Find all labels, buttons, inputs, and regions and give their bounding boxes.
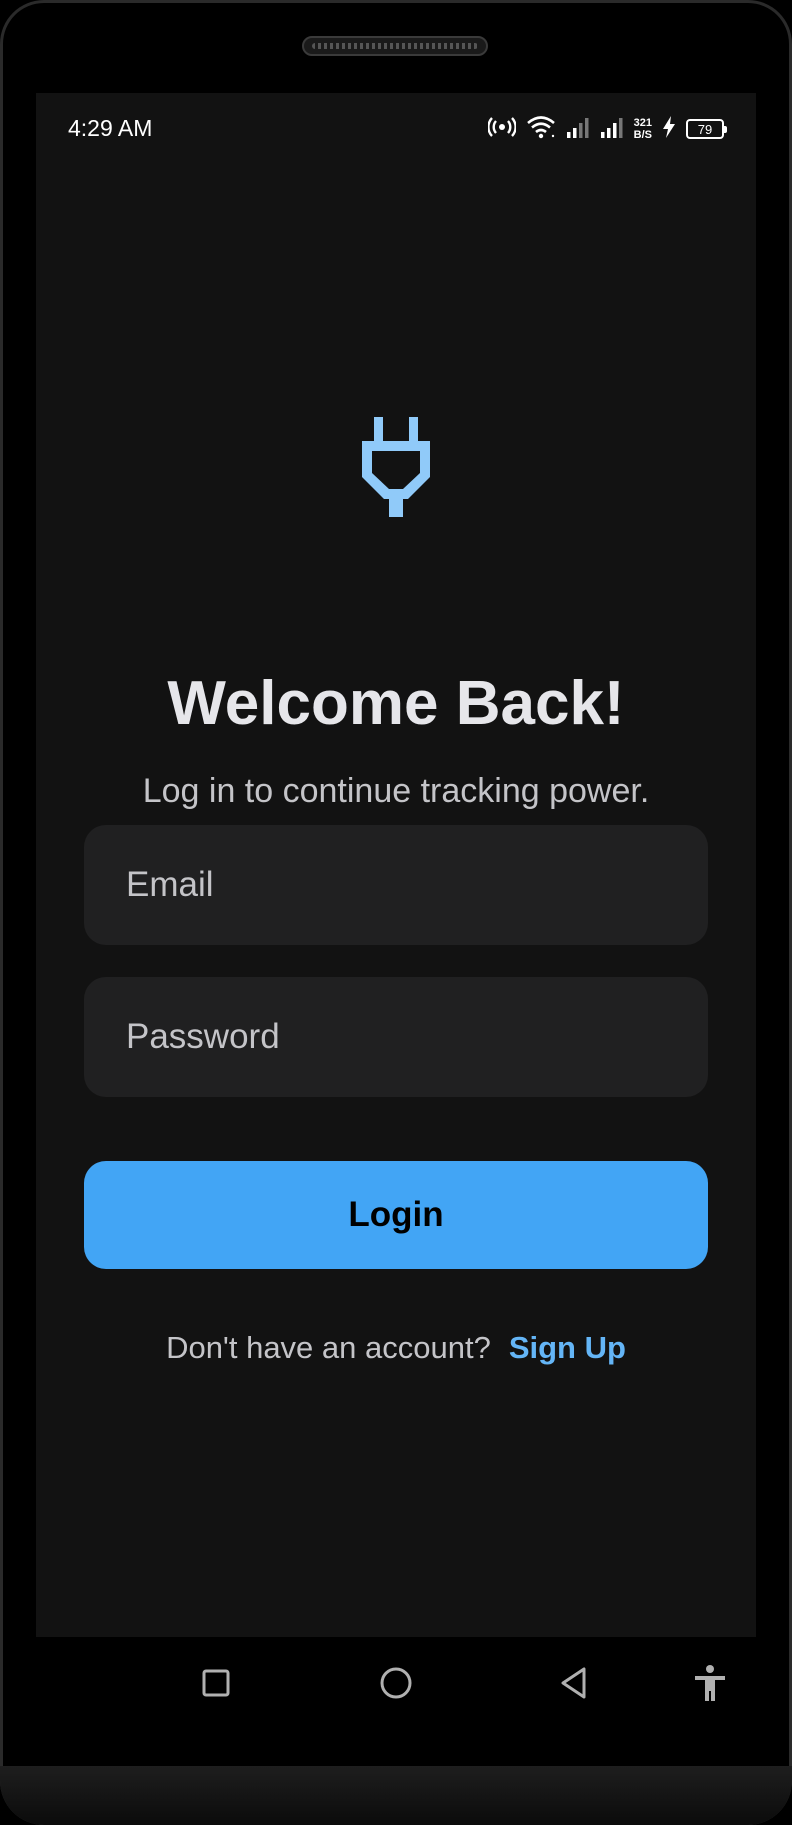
recents-button[interactable] bbox=[190, 1659, 242, 1711]
system-navigation-bar bbox=[0, 1637, 792, 1733]
signup-link[interactable]: Sign Up bbox=[509, 1330, 626, 1365]
home-button[interactable] bbox=[370, 1659, 422, 1711]
back-icon bbox=[558, 1666, 590, 1705]
network-speed-unit: B/S bbox=[633, 129, 652, 141]
phone-chin bbox=[0, 1766, 792, 1825]
accessibility-icon bbox=[692, 1664, 728, 1707]
status-time: 4:29 AM bbox=[68, 115, 153, 141]
back-button[interactable] bbox=[548, 1659, 600, 1711]
home-icon bbox=[378, 1665, 414, 1706]
accessibility-button[interactable] bbox=[684, 1659, 736, 1711]
page-subtitle: Log in to continue tracking power. bbox=[142, 772, 650, 810]
signup-row: Don't have an account? Sign Up bbox=[36, 1328, 756, 1368]
network-speed-value: 321 bbox=[633, 117, 652, 129]
signal-icon bbox=[566, 116, 590, 143]
wifi-icon bbox=[526, 115, 556, 144]
login-button[interactable]: Login bbox=[84, 1161, 708, 1269]
recents-icon bbox=[200, 1667, 232, 1704]
network-speed: 321 B/S bbox=[634, 117, 652, 141]
battery-icon: 79 bbox=[686, 119, 727, 139]
earpiece-speaker bbox=[302, 36, 488, 56]
signal-icon bbox=[600, 116, 624, 143]
password-field[interactable] bbox=[84, 977, 708, 1097]
signup-prompt: Don't have an account? bbox=[166, 1330, 491, 1365]
status-bar: 4:29 AM 321 B/S 79 bbox=[36, 93, 756, 165]
hotspot-icon bbox=[486, 116, 517, 143]
page-title: Welcome Back! bbox=[167, 669, 625, 738]
email-field[interactable] bbox=[84, 825, 708, 945]
status-icons: 321 B/S 79 bbox=[486, 113, 727, 145]
charging-icon bbox=[662, 115, 676, 143]
app-screen: 4:29 AM 321 B/S 79 Welcome Back! Log in … bbox=[36, 93, 756, 1637]
phone-frame: 4:29 AM 321 B/S 79 Welcome Back! Log in … bbox=[0, 0, 792, 1825]
battery-level: 79 bbox=[697, 121, 713, 137]
plug-icon bbox=[360, 417, 432, 517]
